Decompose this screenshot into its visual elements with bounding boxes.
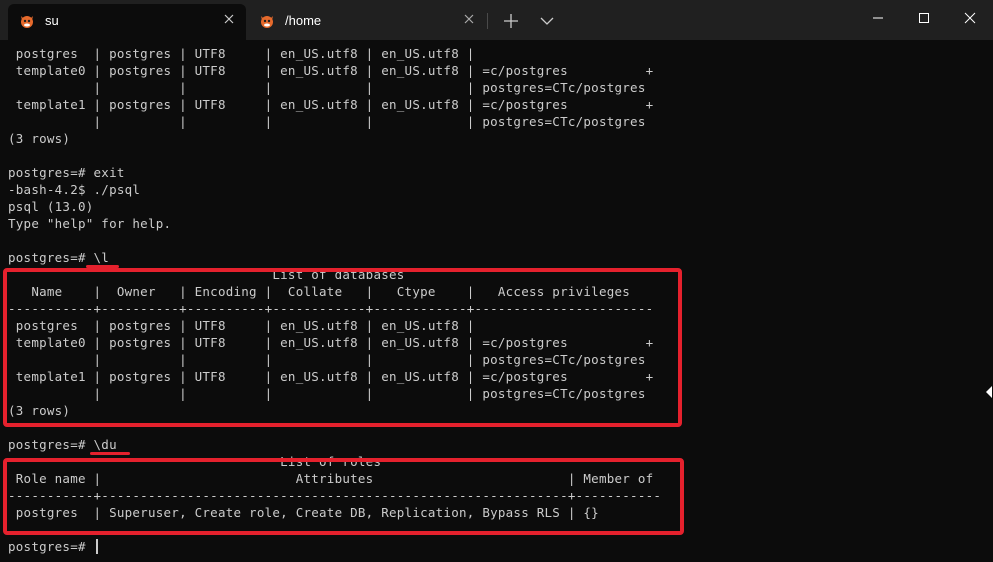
terminal-line: template1 | postgres | UTF8 | en_US.utf8… <box>8 97 654 112</box>
close-tab-icon[interactable] <box>222 12 236 26</box>
title-bar: su /home <box>0 0 993 40</box>
terminal-line: psql (13.0) <box>8 199 94 214</box>
maximize-button[interactable] <box>901 0 947 36</box>
scroll-left-icon[interactable] <box>985 385 993 399</box>
terminal-line: postgres | postgres | UTF8 | en_US.utf8 … <box>8 46 475 61</box>
annotation-box-databases <box>3 268 682 427</box>
text-cursor <box>96 539 98 554</box>
terminal-line: | | | | | postgres=CTc/postgres <box>8 80 646 95</box>
terminal-line: postgres=# \l <box>8 250 110 265</box>
tab-label: su <box>45 13 59 28</box>
tab-separator <box>487 13 488 29</box>
terminal-line: template0 | postgres | UTF8 | en_US.utf8… <box>8 63 654 78</box>
terminal-line: | | | | | postgres=CTc/postgres <box>8 114 646 129</box>
annotation-box-roles <box>3 458 684 535</box>
minimize-icon <box>873 17 883 19</box>
terminal-output[interactable]: postgres | postgres | UTF8 | en_US.utf8 … <box>0 40 993 562</box>
minimize-button[interactable] <box>855 0 901 36</box>
tab-home[interactable]: /home <box>248 4 486 40</box>
penguin-icon <box>261 16 273 28</box>
close-icon <box>964 12 976 24</box>
new-tab-icon[interactable] <box>500 10 522 32</box>
chevron-down-icon[interactable] <box>536 10 558 32</box>
tab-su[interactable]: su <box>8 4 246 40</box>
annotation-underline <box>90 452 130 455</box>
tab-label: /home <box>285 13 322 28</box>
close-window-button[interactable] <box>947 0 993 36</box>
terminal-line: Type "help" for help. <box>8 216 172 231</box>
terminal-line: (3 rows) <box>8 131 71 146</box>
terminal-line: postgres=# exit <box>8 165 125 180</box>
terminal-line: postgres=# <box>8 539 94 554</box>
terminal-line: -bash-4.2$ ./psql <box>8 182 141 197</box>
maximize-icon <box>919 13 929 23</box>
close-tab-icon[interactable] <box>462 12 476 26</box>
terminal-line: postgres=# \du <box>8 437 117 452</box>
penguin-icon <box>21 16 33 28</box>
